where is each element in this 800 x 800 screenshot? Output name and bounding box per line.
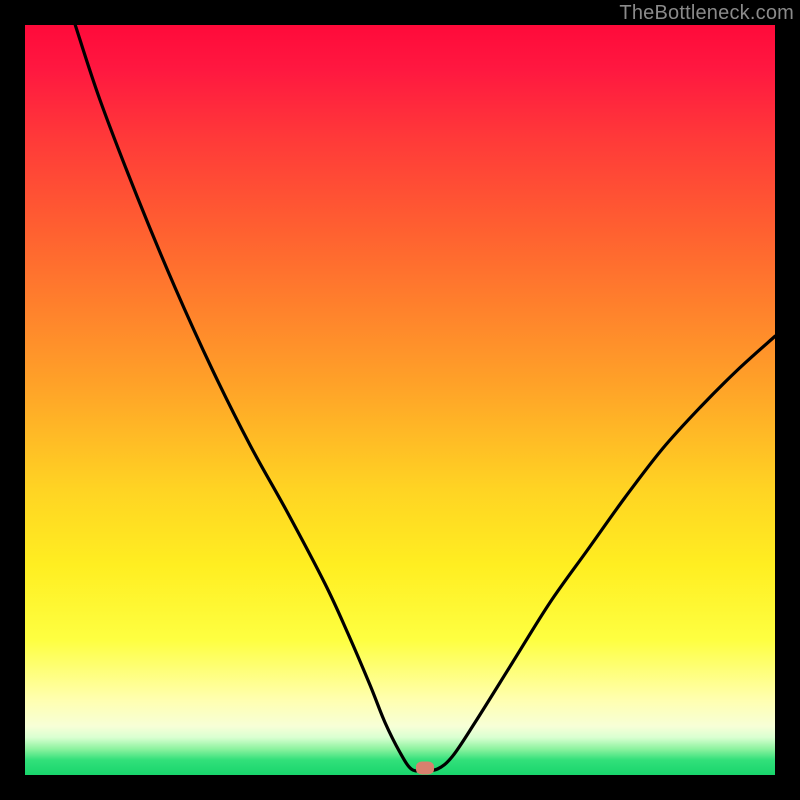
- plot-area: [25, 25, 775, 775]
- watermark-text: TheBottleneck.com: [619, 2, 794, 25]
- chart-frame: TheBottleneck.com: [0, 0, 800, 800]
- bottleneck-curve: [25, 25, 775, 775]
- optimal-marker: [416, 762, 434, 775]
